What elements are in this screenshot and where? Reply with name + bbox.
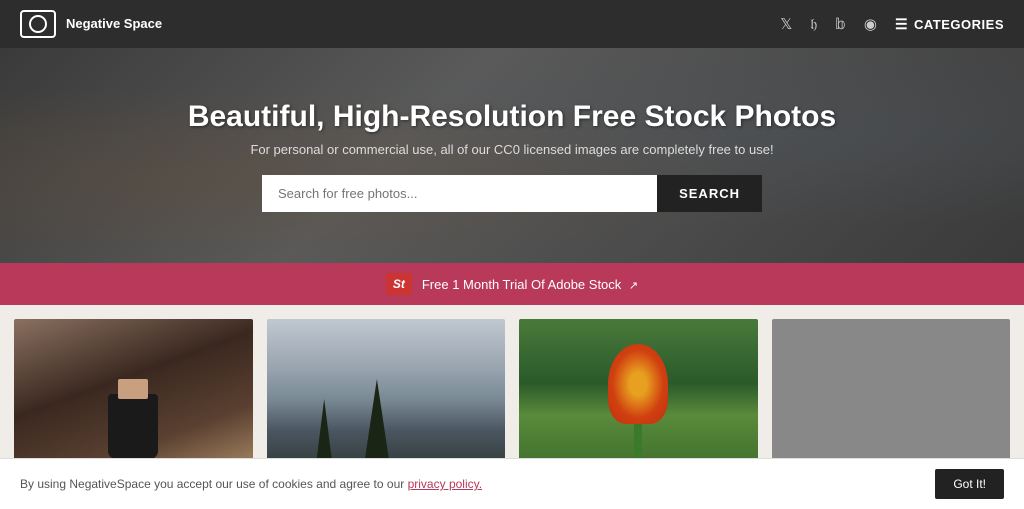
adobe-badge: St bbox=[386, 273, 412, 295]
site-name: Negative Space bbox=[66, 16, 162, 32]
photo-card-nature[interactable]: NATURE 👁 113 bbox=[519, 319, 758, 479]
search-bar: SEARCH bbox=[262, 175, 762, 212]
cookie-banner: By using NegativeSpace you accept our us… bbox=[0, 458, 1024, 509]
logo-icon bbox=[20, 10, 56, 38]
photo-empty-background bbox=[772, 319, 1011, 479]
logo[interactable]: Negative Space bbox=[20, 10, 162, 38]
adobe-text: Free 1 Month Trial Of Adobe Stock ↗ bbox=[422, 277, 638, 292]
adobe-banner[interactable]: St Free 1 Month Trial Of Adobe Stock ↗ bbox=[0, 263, 1024, 305]
facebook-icon[interactable]: 𝔥 bbox=[810, 16, 817, 33]
hero-subtitle: For personal or commercial use, all of o… bbox=[20, 142, 1004, 157]
twitter-icon[interactable]: 𝕏 bbox=[780, 15, 792, 33]
photo-card-food[interactable]: FOOD, PEOPLE 👁 119 bbox=[14, 319, 253, 479]
categories-button[interactable]: ☰ CATEGORIES bbox=[895, 16, 1004, 33]
photo-card-landscape[interactable]: LANDSCAPES 👁 114 bbox=[267, 319, 506, 479]
hero-title: Beautiful, High-Resolution Free Stock Ph… bbox=[20, 100, 1004, 134]
photo-nature-background bbox=[519, 319, 758, 479]
hero-content: Beautiful, High-Resolution Free Stock Ph… bbox=[20, 100, 1004, 212]
nav-right: 𝕏 𝔥 𝕓 ◉ ☰ CATEGORIES bbox=[780, 15, 1004, 33]
categories-label: CATEGORIES bbox=[914, 17, 1004, 32]
search-input[interactable] bbox=[262, 175, 657, 212]
photo-landscape-background bbox=[267, 319, 506, 479]
photo-food-background bbox=[14, 319, 253, 479]
cookie-accept-button[interactable]: Got It! bbox=[935, 469, 1004, 499]
instagram-icon[interactable]: ◉ bbox=[864, 15, 877, 33]
pinterest-icon[interactable]: 𝕓 bbox=[835, 15, 846, 33]
hero-section: Beautiful, High-Resolution Free Stock Ph… bbox=[0, 48, 1024, 263]
cookie-text: By using NegativeSpace you accept our us… bbox=[20, 477, 482, 491]
privacy-policy-link[interactable]: privacy policy. bbox=[408, 477, 482, 491]
search-button[interactable]: SEARCH bbox=[657, 175, 762, 212]
external-link-icon: ↗ bbox=[629, 280, 638, 292]
hamburger-icon: ☰ bbox=[895, 16, 908, 33]
header: Negative Space 𝕏 𝔥 𝕓 ◉ ☰ CATEGORIES bbox=[0, 0, 1024, 48]
photo-card-empty bbox=[772, 319, 1011, 479]
